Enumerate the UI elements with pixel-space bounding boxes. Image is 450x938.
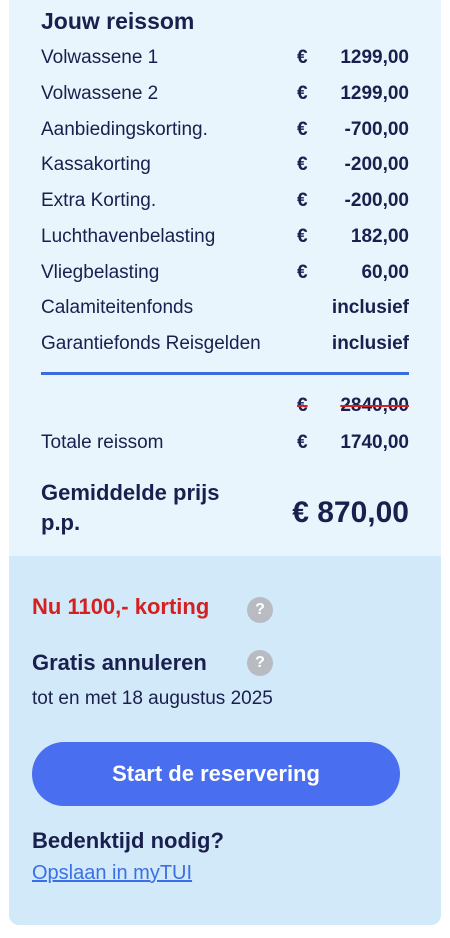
price-row-label: Garantiefonds Reisgelden <box>41 333 261 354</box>
price-row-currency: € <box>297 262 308 283</box>
price-row-amount: 1299,00 <box>340 83 409 104</box>
price-row-label: Extra Korting. <box>41 190 157 211</box>
summary-title: Jouw reissom <box>41 8 195 34</box>
price-row-amount: inclusief <box>331 333 409 354</box>
price-row-label: Aanbiedingskorting. <box>41 119 208 140</box>
price-row-currency: € <box>297 119 308 140</box>
total-currency: € <box>297 432 308 453</box>
price-row-amount: -200,00 <box>344 154 409 175</box>
price-row-extra-discount: Extra Korting. € -200,00 <box>41 185 409 217</box>
average-price-value: € 870,00 <box>292 496 409 529</box>
price-row-amount: 182,00 <box>350 226 409 247</box>
cancellation-help-icon[interactable]: ? <box>247 650 273 676</box>
price-row-currency: € <box>297 83 308 104</box>
price-row-flight-tax: Vliegbelasting € 60,00 <box>41 257 409 289</box>
total-amount: 1740,00 <box>340 432 409 453</box>
price-row-amount: -700,00 <box>344 119 409 140</box>
price-row-amount: 1299,00 <box>340 47 409 68</box>
price-row-airport-tax: Luchthavenbelasting € 182,00 <box>41 221 409 253</box>
total-label: Totale reissom <box>41 432 164 453</box>
price-row-calamity-fund: Calamiteitenfonds inclusief <box>41 292 409 324</box>
price-row-amount: 60,00 <box>361 262 409 283</box>
price-row-amount: -200,00 <box>344 190 409 211</box>
price-row-label: Kassakorting <box>41 154 151 175</box>
price-row-guarantee-fund: Garantiefonds Reisgelden inclusief <box>41 328 409 360</box>
old-total-currency: € <box>297 395 308 416</box>
think-time-title: Bedenktijd nodig? <box>32 828 224 853</box>
price-row-label: Luchthavenbelasting <box>41 226 216 247</box>
free-cancellation-date: tot en met 18 augustus 2025 <box>32 688 273 709</box>
save-in-mytui-link[interactable]: Opslaan in myTUI <box>32 862 192 885</box>
price-row-label: Calamiteitenfonds <box>41 297 194 318</box>
price-row-currency: € <box>297 154 308 175</box>
summary-divider <box>41 372 409 375</box>
old-total-amount: 2840,00 <box>340 395 409 416</box>
price-row-label: Volwassene 1 <box>41 47 159 68</box>
price-row-amount: inclusief <box>331 297 409 318</box>
start-reservation-button[interactable]: Start de reservering <box>32 742 400 806</box>
average-price-label: Gemiddelde prijs p.p. <box>41 480 220 535</box>
discount-help-icon[interactable]: ? <box>247 597 273 623</box>
price-row-adult-1: Volwassene 1 € 1299,00 <box>41 42 409 74</box>
price-row-offer-discount: Aanbiedingskorting. € -700,00 <box>41 114 409 146</box>
total-price-row: Totale reissom € 1740,00 <box>41 427 409 459</box>
price-row-cash-discount: Kassakorting € -200,00 <box>41 149 409 181</box>
price-row-label: Vliegbelasting <box>41 262 160 283</box>
discount-promo-text: Nu 1100,- korting <box>32 594 210 619</box>
price-row-currency: € <box>297 190 308 211</box>
price-row-currency: € <box>297 226 308 247</box>
price-row-currency: € <box>297 47 308 68</box>
price-breakdown-panel: Jouw reissom Volwassene 1 € 1299,00 Volw… <box>9 0 441 556</box>
price-row-label: Volwassene 2 <box>41 83 159 104</box>
old-total-price: € 2840,00 <box>41 390 409 422</box>
free-cancellation-title: Gratis annuleren <box>32 650 207 675</box>
price-row-adult-2: Volwassene 2 € 1299,00 <box>41 78 409 110</box>
